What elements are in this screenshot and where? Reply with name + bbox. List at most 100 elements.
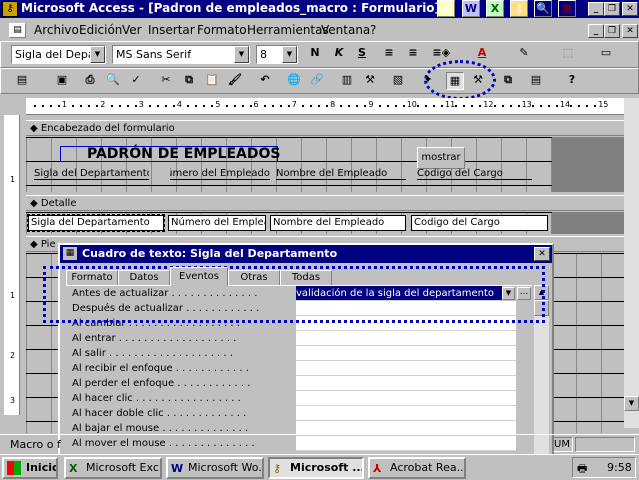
tray-icon[interactable]: 🖶: [577, 460, 587, 479]
ruler-dot: [433, 105, 435, 107]
property-value-field[interactable]: [296, 391, 516, 406]
mostrar-button[interactable]: mostrar: [417, 147, 465, 169]
database-window-icon[interactable]: ⧉: [499, 72, 517, 90]
menu-insertar[interactable]: Insertar: [148, 20, 195, 41]
preview-icon[interactable]: 🔍: [104, 72, 122, 90]
align-center-icon[interactable]: ≡: [404, 45, 422, 63]
form-title-label[interactable]: PADRÓN DE EMPLEADOS: [60, 146, 280, 162]
autoformat-icon[interactable]: ▧: [389, 72, 407, 90]
detail-area: Sigla del Departamento Número del Emplea…: [26, 212, 552, 234]
menu-ventana[interactable]: Ventana: [321, 20, 370, 41]
font-color-icon[interactable]: A: [473, 45, 491, 63]
header-col-nombre[interactable]: Nombre del Empleado: [276, 168, 406, 180]
doc-restore-button[interactable]: ❐: [604, 24, 620, 38]
special-effect-icon[interactable]: ▭: [597, 45, 615, 63]
detail-dark-area: [552, 212, 626, 234]
format-painter-icon[interactable]: 🖌: [226, 72, 244, 90]
size-select[interactable]: 8 ▼: [256, 45, 298, 64]
form-doc-icon[interactable]: ▤: [9, 23, 26, 38]
paste-icon[interactable]: 📋: [203, 72, 221, 90]
ruler-dot: [118, 105, 121, 107]
app-minimize-button[interactable]: _: [588, 2, 604, 16]
cut-icon[interactable]: ✂: [157, 72, 175, 90]
ruler-dot: [318, 105, 321, 107]
detail-field-cargo[interactable]: Codigo del Cargo: [411, 215, 548, 231]
menu-formato[interactable]: Formato: [197, 20, 247, 41]
properties-title: Cuadro de texto: Sigla del Departamento: [82, 247, 338, 260]
word-shortcut-icon[interactable]: W: [462, 0, 480, 17]
doc-minimize-button[interactable]: _: [588, 24, 604, 38]
properties-close-button[interactable]: ✕: [534, 247, 550, 261]
tab-eventos[interactable]: Eventos: [170, 267, 228, 286]
detail-field-sigla[interactable]: Sigla del Departamento: [27, 214, 165, 232]
line-width-icon[interactable]: ⬚: [559, 45, 577, 63]
property-value-field[interactable]: [296, 406, 516, 421]
field-list-icon[interactable]: ▥: [338, 72, 356, 90]
menu-help[interactable]: ?: [370, 20, 376, 41]
scroll-down-button[interactable]: ▼: [624, 396, 639, 411]
property-value-field[interactable]: [296, 361, 516, 376]
align-left-icon[interactable]: ≡: [380, 45, 398, 63]
underline-icon[interactable]: S: [353, 45, 371, 63]
chevron-down-icon[interactable]: ▼: [234, 46, 249, 63]
property-value-field[interactable]: [296, 376, 516, 391]
undo-icon[interactable]: ↶: [256, 72, 274, 90]
menu-edicion[interactable]: Edición: [79, 20, 122, 41]
bold-icon[interactable]: N: [306, 45, 324, 63]
menu-ver[interactable]: Ver: [122, 20, 142, 41]
line-color-icon[interactable]: ✎: [515, 45, 533, 63]
access-shortcut-icon[interactable]: ⚷: [510, 0, 528, 17]
header-col-numero[interactable]: Número del Empleado: [170, 168, 270, 180]
object-select[interactable]: Sigla del Depart ▼: [11, 45, 106, 64]
header-col-cargo[interactable]: Codigo del Cargo: [417, 168, 532, 180]
ruler-dot: [263, 105, 266, 107]
chevron-down-icon[interactable]: ▼: [282, 46, 297, 63]
font-select[interactable]: MS Sans Serif ▼: [112, 45, 250, 64]
italic-icon[interactable]: K: [330, 45, 348, 63]
ruler-dot: [211, 105, 214, 107]
task-acrobat[interactable]: ⅄ Acrobat Rea...: [368, 457, 466, 479]
property-value-field[interactable]: [296, 331, 516, 346]
task-excel[interactable]: X Microsoft Exc...: [64, 457, 162, 479]
spelling-icon[interactable]: ✓: [127, 72, 145, 90]
office-shortcut-icon[interactable]: ▤: [437, 0, 455, 17]
toolbox-icon[interactable]: ⚒: [361, 72, 379, 90]
task-access[interactable]: ⚷ Microsoft ...: [268, 457, 364, 479]
ruler-dot: [570, 105, 573, 107]
form-vertical-scrollbar[interactable]: ▼: [624, 98, 639, 428]
copy-icon[interactable]: ⧉: [180, 72, 198, 90]
chevron-down-icon[interactable]: ▼: [90, 46, 105, 63]
ruler-dot: [326, 105, 329, 107]
menu-archivo[interactable]: Archivo: [34, 20, 79, 41]
excel-shortcut-icon[interactable]: X: [486, 0, 504, 17]
app-close-button[interactable]: ✕: [622, 2, 638, 16]
help-icon[interactable]: ?: [563, 72, 581, 90]
print-icon[interactable]: ⎙: [81, 72, 99, 90]
acrobat-icon: ⅄: [373, 462, 382, 475]
app-restore-button[interactable]: ❐: [604, 2, 620, 16]
font-select-value: MS Sans Serif: [116, 48, 192, 61]
hyperlink-icon[interactable]: 🔗: [308, 72, 326, 90]
find-shortcut-icon[interactable]: 🔍: [534, 0, 552, 17]
save-icon[interactable]: ▣: [53, 72, 71, 90]
ruler-dot: [225, 105, 228, 107]
property-value-field[interactable]: [296, 346, 516, 361]
new-object-icon[interactable]: ▤: [527, 72, 545, 90]
web-icon[interactable]: 🌐: [285, 72, 303, 90]
header-section-bar[interactable]: ◆ Encabezado del formulario: [26, 120, 626, 136]
start-button[interactable]: Inicio: [2, 457, 58, 479]
detail-field-nombre[interactable]: Nombre del Empleado: [270, 215, 406, 231]
binder-shortcut-icon[interactable]: ▦: [558, 0, 576, 17]
property-label: Al perder el enfoque . . . . . . . . . .…: [72, 378, 251, 389]
header-col-sigla[interactable]: Sigla del Departamento: [34, 168, 149, 180]
ruler-dot: [356, 105, 359, 107]
detail-field-numero[interactable]: Número del Emplea: [168, 215, 266, 231]
task-word[interactable]: W Microsoft Wo...: [166, 457, 264, 479]
menu-herramientas[interactable]: Herramientas: [247, 20, 329, 41]
doc-close-button[interactable]: ✕: [622, 24, 638, 38]
detail-section-bar[interactable]: ◆ Detalle: [26, 195, 626, 211]
property-label: Al hacer doble clic . . . . . . . . . . …: [72, 408, 247, 419]
ruler-dot: [340, 105, 343, 107]
status-bar: Macro o f UM: [0, 434, 639, 454]
view-icon[interactable]: ▤: [13, 72, 31, 90]
